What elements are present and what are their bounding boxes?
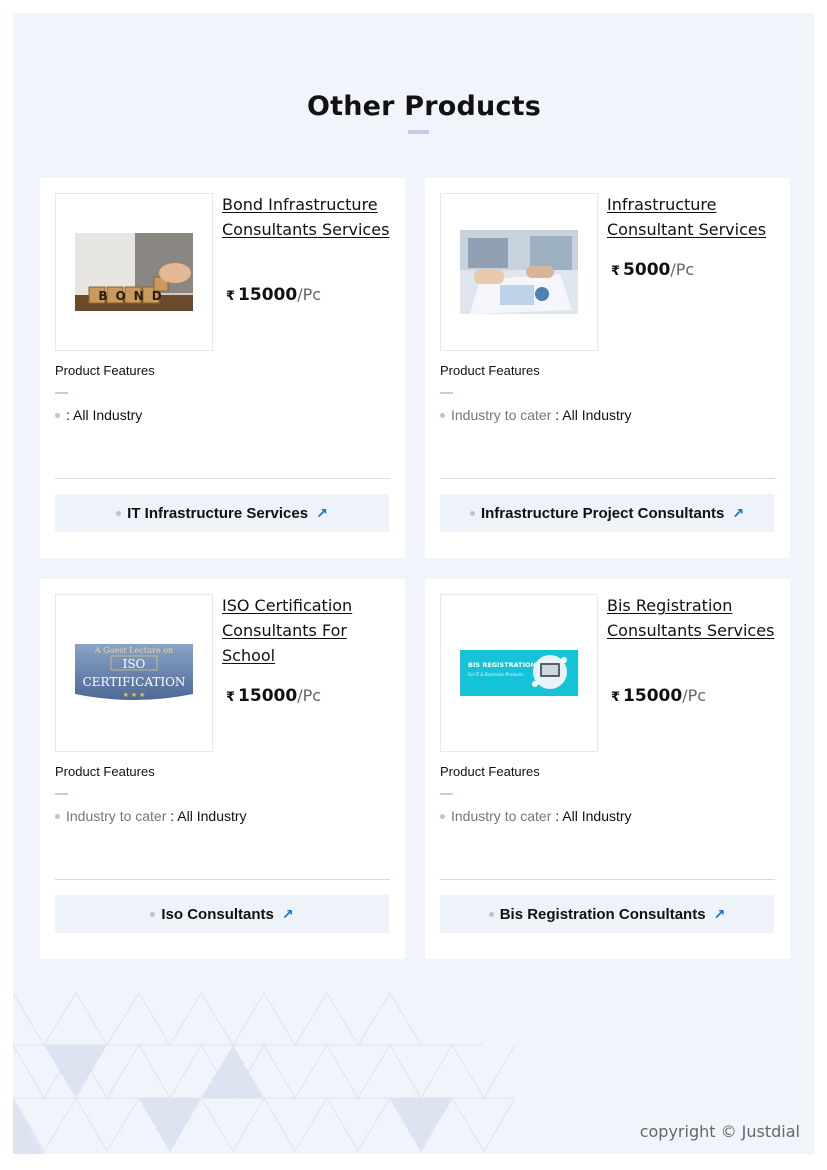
- category-label: Infrastructure Project Consultants: [480, 504, 725, 522]
- bullet-icon: [488, 911, 494, 917]
- bullet-icon: [55, 412, 60, 418]
- feature-value: All Industry: [177, 808, 247, 824]
- product-name-link[interactable]: Bond Infrastructure Consultants Services: [222, 192, 392, 242]
- product-price: ₹15000/Pc: [611, 686, 706, 706]
- product-card: Infrastructure Consultant Services ₹5000…: [425, 178, 790, 558]
- product-features-label: Product Features: [440, 764, 540, 779]
- bond-image: BOND: [75, 233, 193, 311]
- features-divider: [440, 793, 453, 795]
- title-underline: [408, 130, 429, 134]
- category-link-button[interactable]: Infrastructure Project Consultants ↗: [440, 494, 774, 532]
- features-divider: [440, 392, 453, 394]
- iso-image-title-2: CERTIFICATION: [83, 675, 186, 689]
- features-divider: [55, 793, 68, 795]
- bullet-icon: [440, 813, 445, 819]
- feature-value: All Industry: [562, 407, 632, 423]
- feature-key: Industry to cater: [451, 808, 552, 824]
- product-name-link[interactable]: Infrastructure Consultant Services: [607, 192, 777, 242]
- bullet-icon: [116, 510, 122, 516]
- product-card: A Guest Lecture on ISO CERTIFICATION ★ ★…: [40, 579, 405, 959]
- product-features-label: Product Features: [55, 363, 155, 378]
- card-divider: [55, 879, 390, 880]
- bis-image: BIS REGISTRATION For IT & Electronic Pro…: [460, 650, 578, 696]
- category-label: Bis Registration Consultants: [499, 905, 706, 923]
- card-divider: [440, 478, 775, 479]
- feature-key: Industry to cater: [451, 407, 552, 423]
- rupee-icon: ₹: [226, 690, 236, 705]
- arrow-up-right-icon: ↗: [281, 905, 294, 922]
- feature-item: : All Industry: [55, 407, 142, 423]
- product-price: ₹15000/Pc: [226, 686, 321, 706]
- product-image[interactable]: [440, 193, 598, 351]
- bullet-icon: [150, 911, 156, 917]
- category-link-button[interactable]: IT Infrastructure Services ↗: [55, 494, 389, 532]
- feature-key: Industry to cater: [66, 808, 167, 824]
- feature-item: Industry to cater : All Industry: [440, 808, 632, 824]
- product-name-link[interactable]: ISO Certification Consultants For School: [222, 593, 392, 668]
- arrow-up-right-icon: ↗: [316, 504, 328, 521]
- product-price: ₹5000/Pc: [611, 260, 694, 280]
- bis-image-title: BIS REGISTRATION: [468, 661, 536, 669]
- category-link-button[interactable]: Iso Consultants ↗: [55, 895, 389, 933]
- feature-value: All Industry: [73, 407, 143, 423]
- consultant-image: [460, 230, 578, 314]
- product-price: ₹15000/Pc: [226, 285, 321, 305]
- price-value: 15000: [623, 686, 683, 706]
- rupee-icon: ₹: [226, 289, 236, 304]
- price-unit: /Pc: [297, 285, 322, 304]
- arrow-up-right-icon: ↗: [732, 504, 745, 521]
- product-features-label: Product Features: [55, 764, 155, 779]
- category-link-button[interactable]: Bis Registration Consultants ↗: [440, 895, 774, 933]
- rupee-icon: ₹: [611, 690, 621, 705]
- bullet-icon: [440, 412, 445, 418]
- svg-text:★ ★ ★: ★ ★ ★: [123, 691, 146, 699]
- product-card: BOND Bond Infrastructure Consultants Ser…: [40, 178, 405, 558]
- price-unit: /Pc: [670, 260, 695, 279]
- card-divider: [55, 478, 390, 479]
- bis-image-subtitle: For IT & Electronic Products: [468, 672, 523, 677]
- product-image[interactable]: BOND: [55, 193, 213, 351]
- iso-image-subtitle: A Guest Lecture on: [94, 646, 173, 655]
- feature-item: Industry to cater : All Industry: [440, 407, 632, 423]
- product-image[interactable]: BIS REGISTRATION For IT & Electronic Pro…: [440, 594, 598, 752]
- bullet-icon: [469, 510, 475, 516]
- card-divider: [440, 879, 775, 880]
- other-products-section: Other Products BOND Bond Infrastructure …: [13, 13, 814, 1154]
- iso-image-title: ISO: [123, 657, 146, 671]
- feature-separator: :: [555, 407, 560, 423]
- feature-item: Industry to cater : All Industry: [55, 808, 247, 824]
- category-label: Iso Consultants: [161, 905, 274, 923]
- section-title: Other Products: [306, 91, 542, 122]
- product-card: BIS REGISTRATION For IT & Electronic Pro…: [425, 579, 790, 959]
- arrow-up-right-icon: ↗: [713, 905, 726, 922]
- feature-separator: :: [66, 407, 70, 423]
- bullet-icon: [55, 813, 60, 819]
- feature-value: All Industry: [562, 808, 632, 824]
- product-image[interactable]: A Guest Lecture on ISO CERTIFICATION ★ ★…: [55, 594, 213, 752]
- price-unit: /Pc: [297, 686, 322, 705]
- bond-image-text: BOND: [98, 289, 169, 303]
- copyright-text: copyright © Justdial: [639, 1122, 800, 1141]
- feature-separator: :: [170, 808, 175, 824]
- price-value: 15000: [238, 285, 298, 305]
- background-triangle-pattern: [13, 991, 516, 1154]
- price-value: 5000: [623, 260, 671, 280]
- feature-separator: :: [555, 808, 560, 824]
- rupee-icon: ₹: [611, 264, 621, 279]
- product-name-link[interactable]: Bis Registration Consultants Services: [607, 593, 777, 643]
- price-value: 15000: [238, 686, 298, 706]
- price-unit: /Pc: [682, 686, 707, 705]
- category-label: IT Infrastructure Services: [127, 504, 309, 522]
- features-divider: [55, 392, 68, 394]
- product-features-label: Product Features: [440, 363, 540, 378]
- iso-image: A Guest Lecture on ISO CERTIFICATION ★ ★…: [75, 644, 193, 700]
